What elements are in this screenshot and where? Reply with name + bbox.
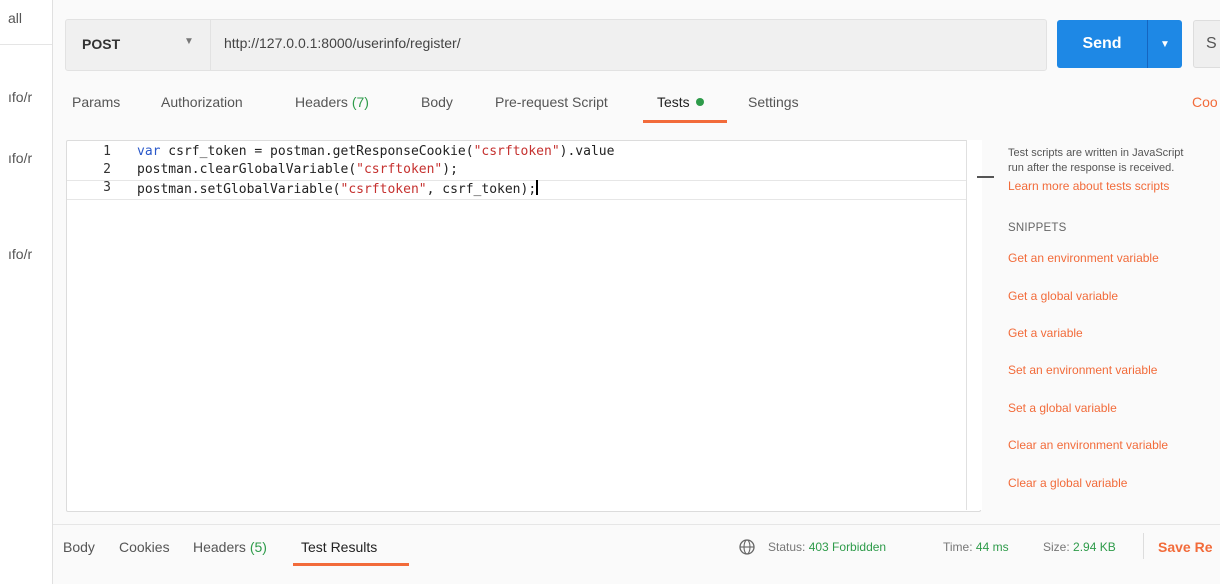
code-token: postman.clearGlobalVariable(: [137, 162, 357, 177]
help-line: run after the response is received.: [1008, 162, 1175, 174]
sidebar-history-item[interactable]: ıfo/r: [8, 150, 32, 166]
chevron-down-icon: ▼: [1160, 38, 1170, 50]
code-string: "csrftoken": [340, 182, 427, 197]
snippets-panel: Test scripts are written in JavaScript r…: [1008, 140, 1220, 510]
snippet-item[interactable]: Get a variable: [1008, 326, 1083, 340]
tab-headers-label: Headers: [295, 94, 348, 110]
learn-more-link[interactable]: Learn more about tests scripts: [1008, 179, 1183, 194]
snippets-title: SNIPPETS: [1008, 222, 1067, 234]
line-number: 3: [103, 180, 111, 195]
tab-settings[interactable]: Settings: [748, 94, 799, 110]
code-token: postman.setGlobalVariable(: [137, 182, 341, 197]
code-text: postman.setGlobalVariable("csrftoken", c…: [137, 180, 539, 197]
snippet-item[interactable]: Set a global variable: [1008, 401, 1117, 415]
response-tab-headers[interactable]: Headers (5): [193, 539, 267, 555]
tab-params[interactable]: Params: [72, 94, 120, 110]
response-bar: Body Cookies Headers (5) Test Results St…: [53, 524, 1220, 569]
snippet-item[interactable]: Clear a global variable: [1008, 476, 1127, 490]
sidebar-top-label[interactable]: all: [8, 10, 22, 26]
tab-headers[interactable]: Headers (7): [295, 94, 369, 110]
editor-scrollbar[interactable]: [966, 140, 982, 510]
response-tab-cookies[interactable]: Cookies: [119, 539, 170, 555]
request-workspace: POST ▼ http://127.0.0.1:8000/userinfo/re…: [53, 0, 1220, 584]
code-link[interactable]: Coo: [1192, 94, 1218, 110]
code-line: 2 postman.clearGlobalVariable("csrftoken…: [67, 162, 980, 180]
time-value: 44 ms: [975, 540, 1009, 554]
send-options-button[interactable]: ▼: [1147, 20, 1182, 68]
code-token: ).value: [559, 144, 615, 159]
code-string: "csrftoken": [473, 144, 560, 159]
response-tab-headers-count: (5): [249, 539, 267, 555]
sidebar-history-item[interactable]: ıfo/r: [8, 89, 32, 105]
response-tab-test-results[interactable]: Test Results: [301, 539, 377, 555]
save-button[interactable]: S: [1193, 20, 1220, 68]
code-token: csrf_token = postman.getResponseCookie(: [160, 144, 474, 159]
active-response-tab-indicator: [293, 563, 409, 566]
size-label: Size:: [1043, 540, 1070, 554]
help-line: Test scripts are written in JavaScript: [1008, 147, 1184, 159]
status-label: Status:: [768, 540, 806, 554]
tab-tests[interactable]: Tests: [657, 94, 704, 110]
tab-tests-label: Tests: [657, 94, 690, 110]
code-string: "csrftoken": [356, 162, 443, 177]
time-display: Time: 44 ms: [943, 540, 1009, 554]
active-dot-icon: [695, 98, 704, 106]
text-cursor: [536, 180, 539, 195]
globe-icon[interactable]: [737, 537, 757, 557]
snippet-item[interactable]: Get an environment variable: [1008, 251, 1159, 265]
code-text: postman.clearGlobalVariable("csrftoken")…: [137, 162, 458, 177]
sidebar-history-item[interactable]: ıfo/r: [8, 246, 32, 262]
save-response-button[interactable]: Save Re: [1158, 539, 1212, 555]
code-line: 3 postman.setGlobalVariable("csrftoken",…: [67, 180, 980, 198]
chevron-down-icon: ▼: [184, 36, 194, 47]
sidebar: all ıfo/r ıfo/r ıfo/r: [0, 0, 53, 584]
tab-prerequest-script[interactable]: Pre-request Script: [495, 94, 608, 110]
sidebar-header: all: [0, 0, 52, 45]
code-line: 1 var csrf_token = postman.getResponseCo…: [67, 144, 980, 162]
response-tab-headers-label: Headers: [193, 539, 246, 555]
method-label: POST: [82, 36, 121, 52]
code-token: , csrf_token);: [426, 182, 537, 197]
size-value: 2.94 KB: [1073, 540, 1116, 554]
scroll-position-marker: [977, 176, 994, 178]
size-display: Size: 2.94 KB: [1043, 540, 1116, 554]
code-token: );: [442, 162, 458, 177]
method-select[interactable]: POST ▼: [66, 20, 211, 70]
snippet-item[interactable]: Get a global variable: [1008, 289, 1118, 303]
response-tab-body[interactable]: Body: [63, 539, 95, 555]
code-keyword: var: [137, 144, 161, 159]
tab-authorization[interactable]: Authorization: [161, 94, 243, 110]
active-tab-indicator: [643, 120, 727, 123]
code-text: var csrf_token = postman.getResponseCook…: [137, 144, 614, 159]
tab-headers-count: (7): [351, 94, 369, 110]
send-button[interactable]: Send: [1057, 20, 1147, 68]
request-tabs: Params Authorization Headers (7) Body Pr…: [53, 86, 1220, 123]
line-number: 1: [103, 144, 111, 159]
time-label: Time:: [943, 540, 973, 554]
line-number: 2: [103, 162, 111, 177]
tab-body[interactable]: Body: [421, 94, 453, 110]
snippet-item[interactable]: Clear an environment variable: [1008, 438, 1168, 452]
url-input[interactable]: http://127.0.0.1:8000/userinfo/register/: [224, 35, 461, 51]
divider: [1143, 533, 1144, 559]
help-text: Test scripts are written in JavaScript r…: [1008, 146, 1183, 194]
snippet-item[interactable]: Set an environment variable: [1008, 363, 1157, 377]
tests-code-editor[interactable]: 1 var csrf_token = postman.getResponseCo…: [66, 140, 981, 512]
request-url-bar: POST ▼ http://127.0.0.1:8000/userinfo/re…: [65, 19, 1047, 71]
status-value: 403 Forbidden: [808, 540, 887, 554]
status-display: Status: 403 Forbidden: [768, 540, 886, 554]
